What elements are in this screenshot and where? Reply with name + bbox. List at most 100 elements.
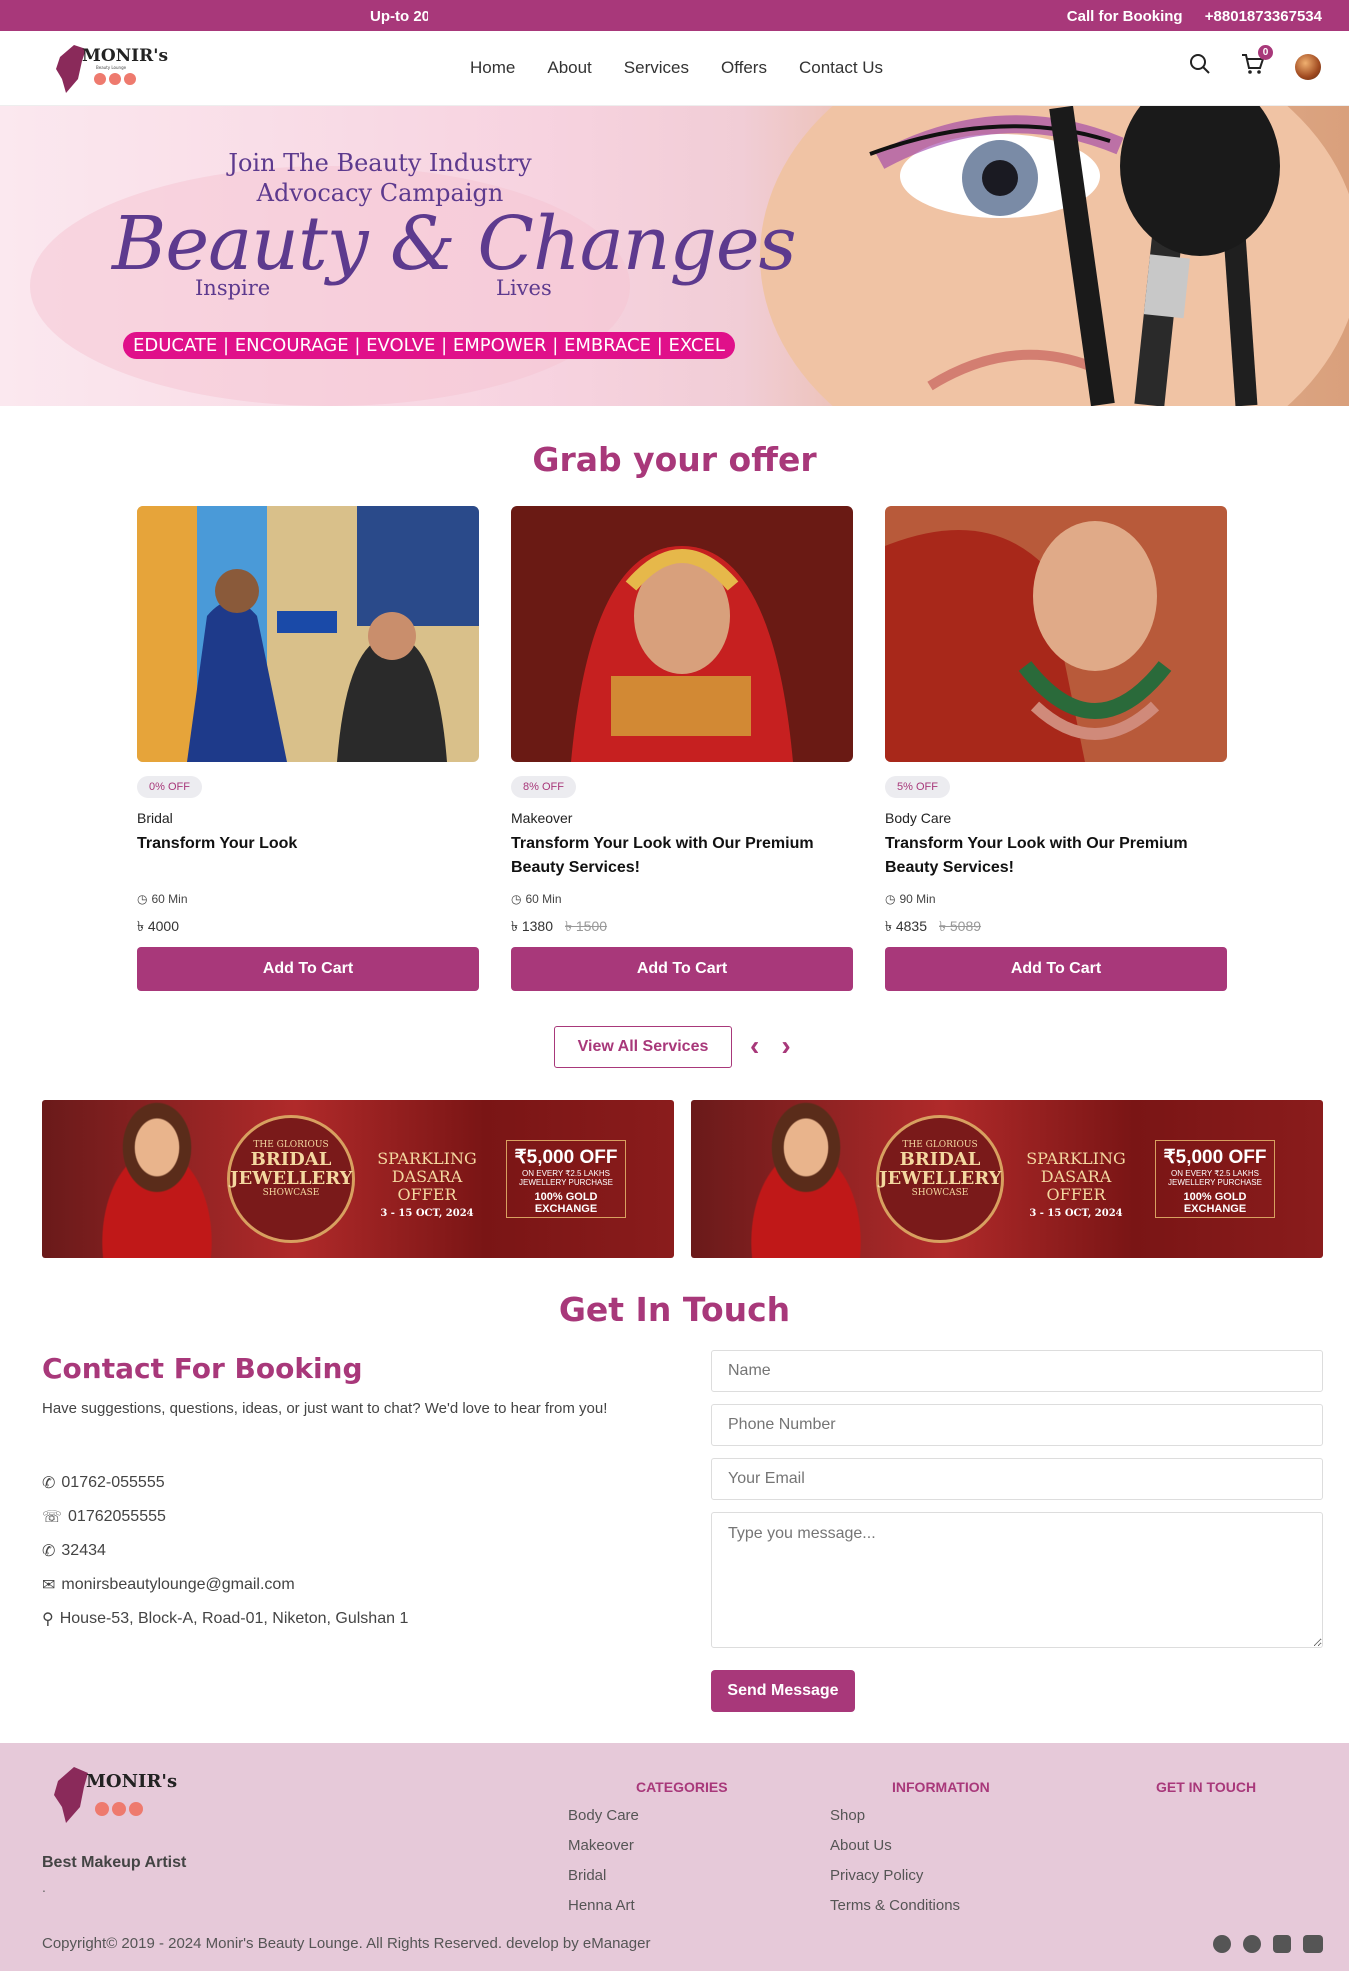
card-duration: ◷ 60 Min — [137, 892, 479, 906]
instagram-icon[interactable] — [1273, 1935, 1291, 1953]
logo-text: MONIR's — [82, 46, 168, 66]
address-text: House-53, Block-A, Road-01, Niketon, Gul… — [59, 1610, 409, 1627]
footer-get-in-touch: GET IN TOUCH — [1156, 1779, 1256, 1807]
header-actions: 0 — [1189, 45, 1321, 80]
add-to-cart-button[interactable]: Add To Cart — [137, 947, 479, 991]
hero-lives: Lives — [496, 276, 552, 300]
message-textarea[interactable] — [711, 1512, 1323, 1648]
search-icon[interactable] — [1189, 53, 1211, 80]
card-price: ৳ 4835 ৳ 5089 — [885, 915, 1227, 939]
promo-banner[interactable]: THE GLORIOUS BRIDAL JEWELLERY SHOWCASE S… — [42, 1100, 674, 1258]
offer-image[interactable] — [511, 506, 853, 762]
phone-text: 01762-055555 — [61, 1474, 165, 1491]
offer-card: 5% OFF Body Care Transform Your Look wit… — [885, 506, 1227, 991]
contact-email[interactable]: ✉ monirsbeautylounge@gmail.com — [42, 1568, 408, 1602]
card-duration: ◷ 60 Min — [511, 892, 853, 906]
email-text: monirsbeautylounge@gmail.com — [61, 1576, 295, 1593]
banner-medal: THE GLORIOUS BRIDAL JEWELLERY SHOWCASE — [227, 1115, 355, 1243]
phone-icon: ✆ — [42, 1543, 56, 1560]
promo-marquee: Up-to 20 — [370, 8, 428, 25]
footer-link[interactable]: Makeover — [568, 1837, 728, 1867]
footer-dot: . — [42, 1879, 46, 1895]
phone-icon: ✆ — [42, 1475, 56, 1492]
site-footer: MONIR's Best Makeup Artist . CATEGORIES … — [0, 1743, 1349, 1971]
youtube-icon[interactable] — [1303, 1935, 1323, 1953]
banner-offer-box: ₹5,000 OFF ON EVERY ₹2.5 LAKHS JEWELLERY… — [1155, 1140, 1275, 1218]
footer-link[interactable]: Shop — [830, 1807, 990, 1837]
email-input[interactable] — [711, 1458, 1323, 1500]
contact-phone[interactable]: ✆ 01762-055555 — [42, 1466, 408, 1500]
contact-whatsapp[interactable]: ☏ 01762055555 — [42, 1500, 408, 1534]
footer-link[interactable]: Terms & Conditions — [830, 1897, 990, 1927]
footer-tagline: Best Makeup Artist — [42, 1854, 187, 1871]
offer-image[interactable] — [137, 506, 479, 762]
gold-exchange: 100% GOLD EXCHANGE — [1183, 1191, 1247, 1215]
card-title[interactable]: Transform Your Look — [137, 832, 479, 880]
medal-main: BRIDAL JEWELLERY — [230, 1149, 353, 1189]
footer-link[interactable]: About Us — [830, 1837, 990, 1867]
price-current: ৳ 1380 — [511, 918, 554, 934]
phone-input[interactable] — [711, 1404, 1323, 1446]
banner-model-image — [72, 1100, 242, 1258]
whatsapp-icon[interactable] — [1243, 1935, 1261, 1953]
call-for-booking[interactable]: Call for Booking +8801873367534 — [1067, 8, 1322, 25]
footer-link[interactable]: Privacy Policy — [830, 1867, 990, 1897]
send-message-button[interactable]: Send Message — [711, 1670, 855, 1712]
chevron-right-icon[interactable]: › — [781, 1030, 790, 1062]
price-old: ৳ 1500 — [565, 918, 608, 934]
name-input[interactable] — [711, 1350, 1323, 1392]
nav-services[interactable]: Services — [624, 58, 689, 78]
hero-script: Beauty & Changes — [112, 201, 797, 287]
offer-amount: ₹5,000 OFF — [514, 1147, 618, 1168]
information-heading: INFORMATION — [892, 1779, 990, 1795]
facebook-icon[interactable] — [1213, 1935, 1231, 1953]
offer-card: 8% OFF Makeover Transform Your Look with… — [511, 506, 853, 991]
footer-link[interactable]: Bridal — [568, 1867, 728, 1897]
card-category: Body Care — [885, 810, 952, 826]
main-nav: Home About Services Offers Contact Us — [470, 58, 883, 78]
whatsapp-text: 01762055555 — [68, 1508, 166, 1525]
dasara-text: SPARKLING DASARA OFFER — [377, 1149, 477, 1204]
nav-offers[interactable]: Offers — [721, 58, 767, 78]
promo-banner[interactable]: THE GLORIOUS BRIDAL JEWELLERY SHOWCASE S… — [691, 1100, 1323, 1258]
chevron-left-icon[interactable]: ‹ — [750, 1030, 759, 1062]
offer-sub: ON EVERY ₹2.5 LAKHS JEWELLERY PURCHASE — [1168, 1169, 1262, 1187]
footer-logo[interactable]: MONIR's — [52, 1761, 182, 1831]
clock-icon: ◷ — [137, 892, 148, 906]
booking-phone[interactable]: +8801873367534 — [1205, 8, 1322, 25]
offer-image[interactable] — [885, 506, 1227, 762]
add-to-cart-button[interactable]: Add To Cart — [511, 947, 853, 991]
card-price: ৳ 1380 ৳ 1500 — [511, 915, 853, 939]
medal-sub: SHOWCASE — [262, 1188, 320, 1198]
add-to-cart-button[interactable]: Add To Cart — [885, 947, 1227, 991]
nav-contact[interactable]: Contact Us — [799, 58, 883, 78]
contact-extra-phone[interactable]: ✆ 32434 — [42, 1534, 408, 1568]
cart-icon[interactable]: 0 — [1241, 45, 1273, 80]
card-title[interactable]: Transform Your Look with Our Premium Bea… — [511, 832, 853, 880]
hero-tagline: EDUCATE | ENCOURAGE | EVOLVE | EMPOWER |… — [123, 332, 735, 359]
contact-address: ⚲ House-53, Block-A, Road-01, Niketon, Gu… — [42, 1602, 408, 1636]
offer-amount: ₹5,000 OFF — [1163, 1147, 1267, 1168]
hero-inspire: Inspire — [195, 276, 271, 300]
footer-link[interactable]: Henna Art — [568, 1897, 728, 1927]
contact-info-list: ✆ 01762-055555 ☏ 01762055555 ✆ 32434 ✉ monir… — [42, 1466, 408, 1636]
footer-link[interactable]: Body Care — [568, 1807, 728, 1837]
get-in-touch-heading: GET IN TOUCH — [1156, 1779, 1257, 1795]
offer-card: 0% OFF Bridal Transform Your Look ◷ 60 Mi… — [137, 506, 479, 991]
top-bar: Up-to 20 Call for Booking +8801873367534 — [0, 0, 1349, 31]
clock-icon: ◷ — [511, 892, 522, 906]
view-all-services-button[interactable]: View All Services — [554, 1026, 732, 1068]
medal-main: BRIDAL JEWELLERY — [879, 1149, 1002, 1189]
contact-description: Have suggestions, questions, ideas, or j… — [42, 1400, 608, 1417]
site-logo[interactable]: MONIR's Beauty Lounge — [52, 39, 172, 99]
offers-section: Grab your offer — [0, 440, 1349, 479]
nav-about[interactable]: About — [547, 58, 591, 78]
card-title[interactable]: Transform Your Look with Our Premium Bea… — [885, 832, 1227, 880]
duration-text: 60 Min — [151, 892, 188, 906]
footer-categories: CATEGORIES Body Care Makeover Bridal Hen… — [568, 1779, 728, 1927]
user-avatar[interactable] — [1295, 53, 1321, 80]
dasara-dates: 3 - 15 OCT, 2024 — [380, 1208, 474, 1219]
contact-booking-title: Contact For Booking — [42, 1352, 363, 1385]
card-category: Bridal — [137, 810, 173, 826]
nav-home[interactable]: Home — [470, 58, 515, 78]
